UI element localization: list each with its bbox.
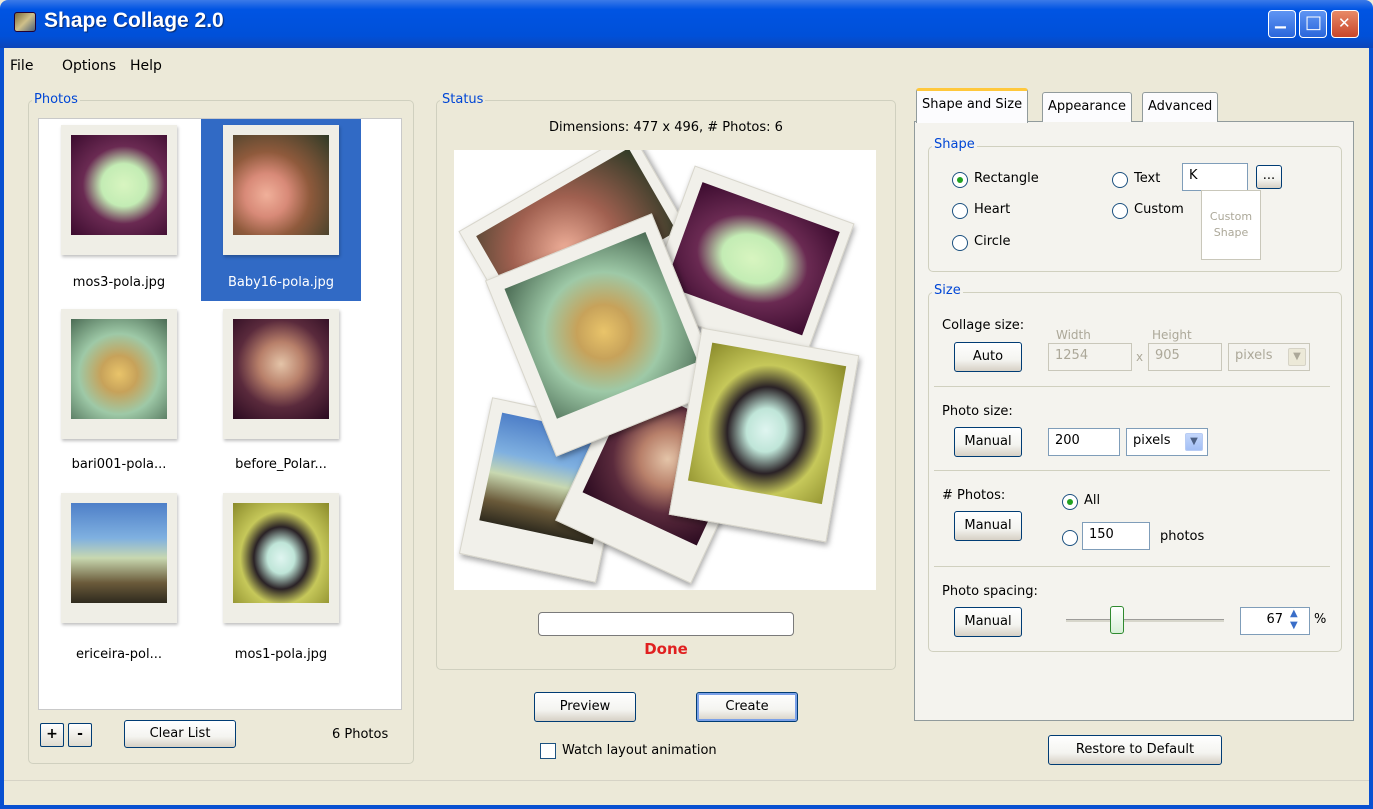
shape-rectangle-radio[interactable] [952,172,968,188]
photo-item[interactable]: before_Polar... [201,305,361,487]
photo-spacing-slider-thumb[interactable] [1110,606,1124,634]
shape-custom-radio[interactable] [1112,203,1128,219]
dimensions-text: Dimensions: 477 x 496, # Photos: 6 [549,120,783,135]
status-group-title: Status [440,92,486,107]
maximize-button[interactable]: □ [1299,10,1327,38]
shape-circle-label: Circle [974,234,1011,249]
num-photos-input[interactable]: 150 [1082,522,1150,550]
num-photos-manual-button[interactable]: Manual [954,511,1022,541]
height-hint: Height [1152,328,1192,342]
collage-size-auto-button[interactable]: Auto [954,342,1022,372]
shape-heart-label: Heart [974,202,1011,217]
thumbnail [61,309,177,439]
num-photos-label: # Photos: [942,488,1006,503]
size-group-title: Size [932,283,963,298]
photo-item[interactable]: Baby16-pola.jpg [201,119,361,301]
photo-item-label: ericeira-pol... [76,647,162,662]
divider [934,470,1330,471]
progress-bar [538,612,794,636]
photo-size-label: Photo size: [942,404,1013,419]
collage-width-input[interactable]: 1254 [1048,343,1132,371]
watch-animation-label: Watch layout animation [562,743,717,758]
photo-count: 6 Photos [332,727,389,742]
shape-group-title: Shape [932,137,977,152]
spinner-arrows-icon[interactable]: ▲ ▼ [1290,608,1298,632]
restore-default-button[interactable]: Restore to Default [1048,735,1222,765]
create-button[interactable]: Create [696,692,798,722]
custom-shape-label-2: Shape [1213,226,1249,239]
photo-size-manual-button[interactable]: Manual [954,427,1022,457]
minimize-button[interactable]: ▁ [1268,10,1296,38]
divider [934,566,1330,567]
photo-spacing-input[interactable]: 67 [1240,607,1310,635]
num-photos-all-radio[interactable] [1062,494,1078,510]
add-photo-button[interactable]: + [40,723,64,747]
watch-animation-checkbox[interactable] [540,743,556,759]
shape-text-radio[interactable] [1112,172,1128,188]
remove-photo-button[interactable]: - [68,723,92,747]
photo-item[interactable]: mos3-pola.jpg [39,119,199,301]
menu-help[interactable]: Help [130,58,162,74]
chevron-down-icon[interactable]: ▼ [1185,433,1203,451]
clear-list-button[interactable]: Clear List [124,720,236,748]
thumbnail [223,493,339,623]
photo-spacing-suffix: % [1314,612,1327,627]
window-title: Shape Collage 2.0 [44,9,224,32]
tab-appearance[interactable]: Appearance [1042,92,1133,122]
shape-circle-radio[interactable] [952,235,968,251]
minimize-icon: ▁ [1275,13,1286,29]
collage-photo [668,327,860,543]
num-photos-count-radio[interactable] [1062,530,1078,546]
photo-item-label: mos3-pola.jpg [72,275,166,290]
thumbnail [223,309,339,439]
browse-font-button[interactable]: ... [1256,165,1282,189]
status-text: Done [644,640,688,658]
collage-height-input[interactable]: 905 [1148,343,1222,371]
close-button[interactable]: ✕ [1331,10,1359,38]
collage-unit-value: pixels [1235,348,1273,363]
shape-heart-radio[interactable] [952,203,968,219]
photo-item[interactable]: ericeira-pol... [39,489,199,671]
collage-preview [454,150,876,590]
thumbnail [61,125,177,255]
photos-group-title: Photos [32,92,80,107]
status-bar [0,780,1373,809]
shape-text-input[interactable]: K [1182,163,1248,191]
menu-file[interactable]: File [10,58,33,74]
shape-rectangle-label: Rectangle [974,171,1039,186]
shape-custom-label: Custom [1134,202,1184,217]
photo-spacing-manual-button[interactable]: Manual [954,607,1022,637]
chevron-down-icon: ▼ [1288,348,1306,366]
menu-bar [0,48,1373,84]
photo-size-unit-value: pixels [1133,433,1171,448]
photo-item[interactable]: mos1-pola.jpg [201,489,361,671]
maximize-icon: □ [1305,12,1323,33]
photo-size-input[interactable]: 200 [1048,428,1120,456]
tab-advanced[interactable]: Advanced [1142,92,1219,122]
app-icon [14,12,36,32]
num-photos-suffix: photos [1160,529,1205,544]
photo-item-label: bari001-pola... [71,457,167,472]
collage-size-label: Collage size: [942,318,1025,333]
photo-item[interactable]: bari001-pola... [39,305,199,487]
width-hint: Width [1056,328,1091,342]
shape-text-label: Text [1134,171,1161,186]
custom-shape-label: Custom [1209,210,1253,223]
menu-options[interactable]: Options [62,58,116,74]
photo-item-label: before_Polar... [235,457,327,472]
thumbnail [223,125,339,255]
custom-shape-box[interactable]: Custom Shape [1201,190,1261,260]
preview-button[interactable]: Preview [534,692,636,722]
photo-item-label: Baby16-pola.jpg [227,275,335,290]
close-icon: ✕ [1338,14,1351,32]
photo-spacing-label: Photo spacing: [942,584,1038,599]
thumbnail [61,493,177,623]
times-symbol: x [1136,350,1144,364]
divider [934,386,1330,387]
photo-list[interactable]: mos3-pola.jpg Baby16-pola.jpg bari001-po… [38,118,402,710]
photo-item-label: mos1-pola.jpg [234,647,328,662]
photo-spacing-slider[interactable] [1066,619,1224,622]
tab-shape-and-size[interactable]: Shape and Size [916,88,1029,123]
num-photos-all-label: All [1084,493,1101,508]
